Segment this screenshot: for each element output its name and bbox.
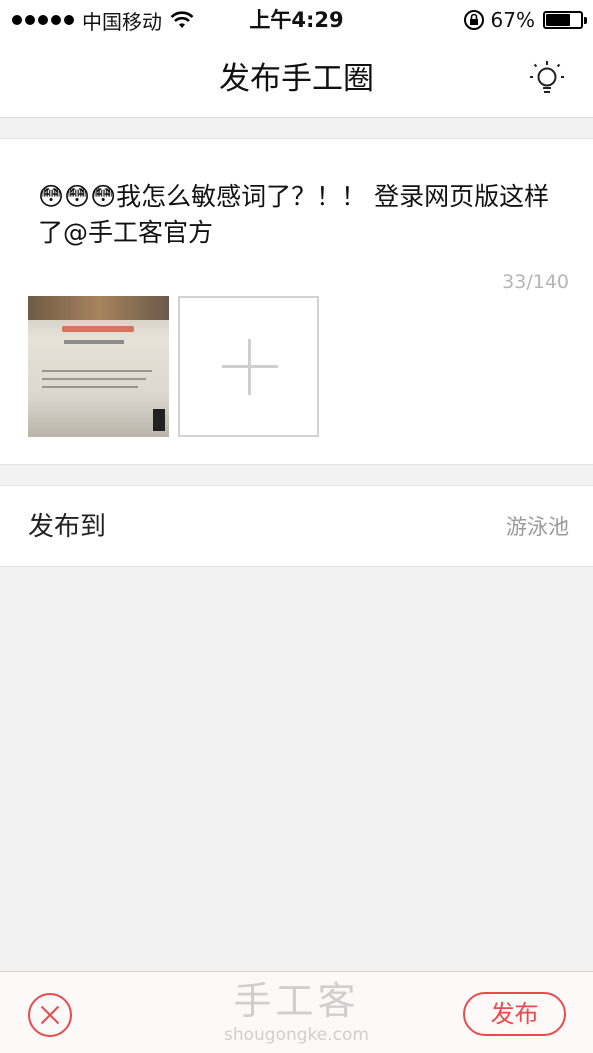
publish-to-label: 发布到 bbox=[28, 512, 107, 542]
rotation-lock-icon bbox=[463, 10, 484, 30]
char-counter: 33/140 bbox=[502, 271, 569, 293]
battery-icon bbox=[543, 11, 587, 29]
attached-photo-thumbnail[interactable] bbox=[28, 296, 169, 437]
publish-button[interactable]: 发布 bbox=[463, 992, 566, 1036]
add-photo-button[interactable] bbox=[178, 296, 319, 437]
publish-to-value: 游泳池 bbox=[506, 515, 569, 539]
compose-screen: 中国移动 上午4:29 67% 发布手工圈 😳😳😳我怎么敏感词了？！！ 登录网页… bbox=[0, 0, 593, 1053]
publish-to-row[interactable]: 发布到 游泳池 bbox=[0, 485, 593, 567]
lightbulb-icon[interactable] bbox=[527, 58, 567, 100]
battery-percent: 67% bbox=[490, 8, 535, 32]
status-right: 67% bbox=[463, 6, 587, 34]
bottom-bar: 手工客 shougongke.com 发布 bbox=[0, 971, 593, 1053]
status-bar: 中国移动 上午4:29 67% bbox=[0, 0, 593, 40]
nav-bar: 发布手工圈 bbox=[0, 40, 593, 118]
post-text-input[interactable]: 😳😳😳我怎么敏感词了？！！ 登录网页版这样了@手工客官方 bbox=[38, 179, 558, 251]
page-title: 发布手工圈 bbox=[219, 61, 374, 97]
compose-card: 😳😳😳我怎么敏感词了？！！ 登录网页版这样了@手工客官方 33/140 bbox=[0, 138, 593, 465]
